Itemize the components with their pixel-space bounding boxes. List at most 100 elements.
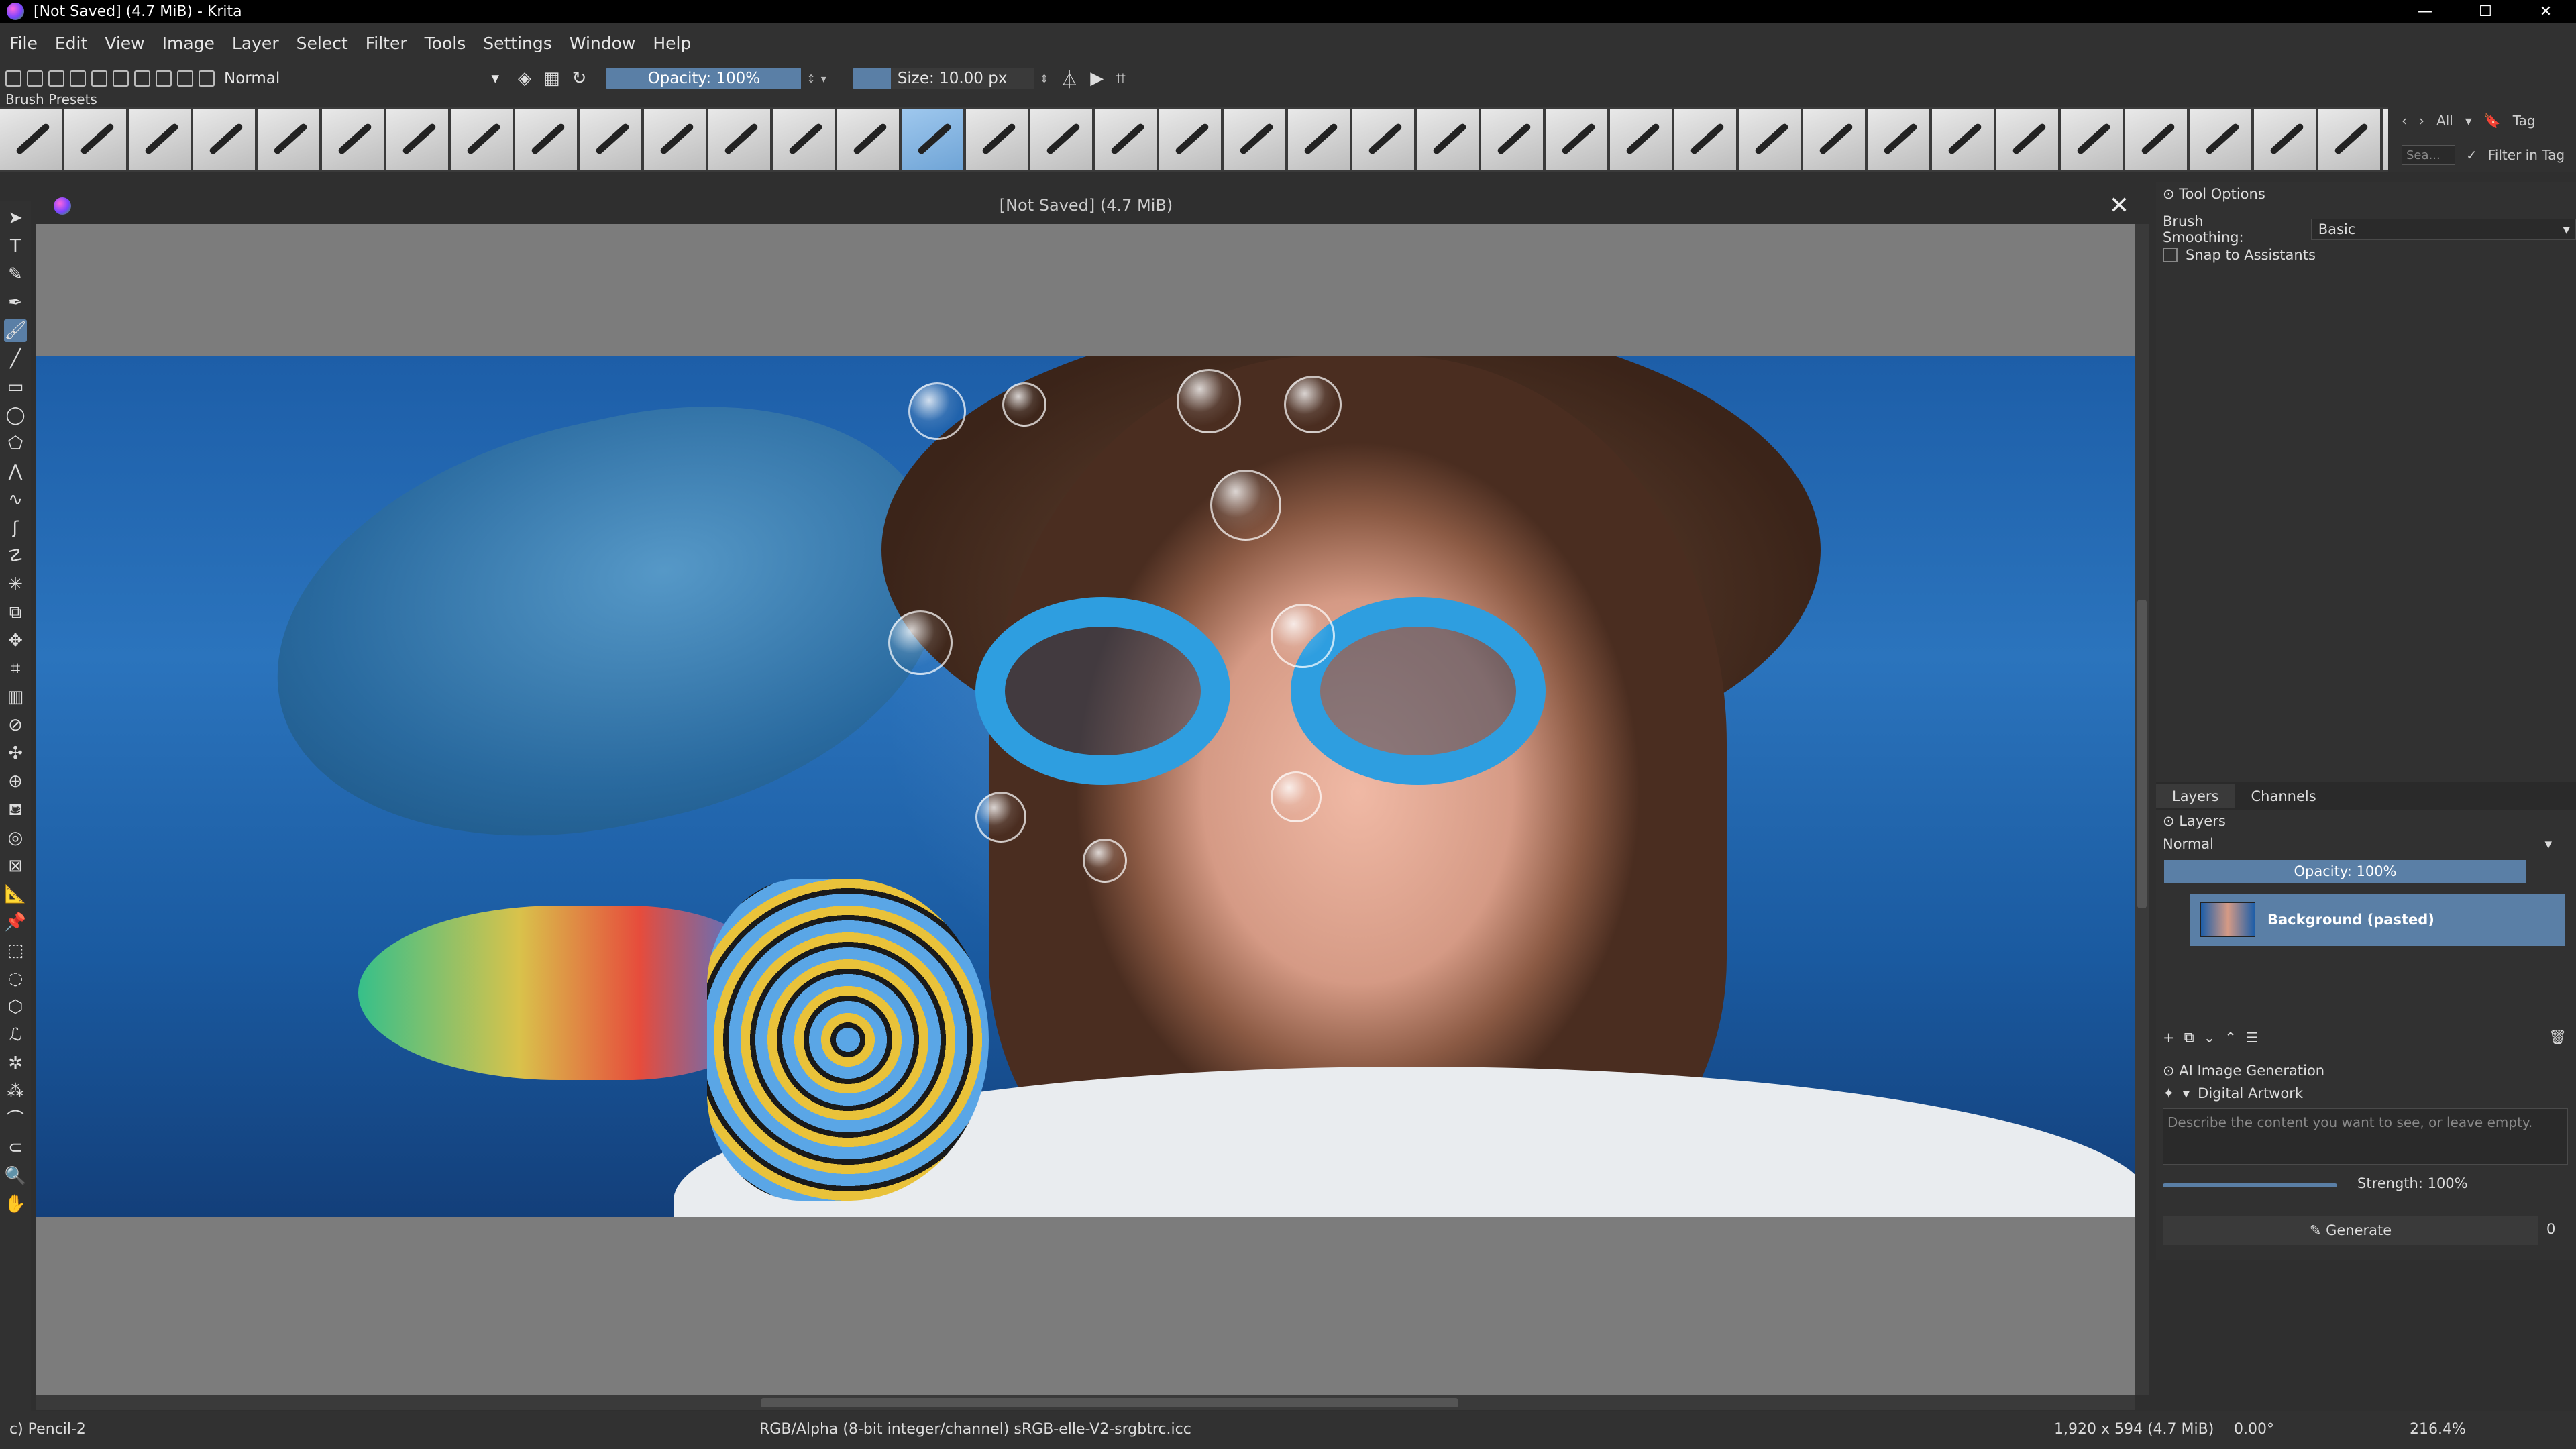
- brush-preset-item[interactable]: [1546, 109, 1607, 170]
- menu-layer[interactable]: Layer: [232, 34, 279, 53]
- brush-preset-item[interactable]: [1224, 109, 1285, 170]
- brush-smoothing-select[interactable]: Basic ▾: [2310, 219, 2576, 240]
- delete-layer-icon[interactable]: 🗑: [2548, 1029, 2567, 1046]
- duplicate-layer-icon[interactable]: ⧉: [2184, 1029, 2194, 1046]
- brush-editor-icon[interactable]: [70, 70, 86, 87]
- chevron-down-icon[interactable]: ▾: [821, 72, 826, 85]
- close-window-button[interactable]: ✕: [2516, 0, 2576, 23]
- canvas[interactable]: [36, 224, 2135, 1395]
- maximize-button[interactable]: ☐: [2455, 0, 2516, 23]
- menu-settings[interactable]: Settings: [483, 34, 552, 53]
- gradient-tool-icon[interactable]: ▥: [4, 686, 27, 708]
- mirror-vertical-icon[interactable]: ▶: [1090, 68, 1104, 89]
- elliptical-selection-icon[interactable]: ◌: [4, 967, 27, 990]
- clear-icon[interactable]: [91, 70, 107, 87]
- new-document-icon[interactable]: [5, 70, 21, 87]
- brush-preset-item[interactable]: [1739, 109, 1801, 170]
- menu-filter[interactable]: Filter: [366, 34, 407, 53]
- preset-selector-icon[interactable]: [199, 70, 215, 87]
- brush-preset-item[interactable]: [322, 109, 384, 170]
- menu-tools[interactable]: Tools: [425, 34, 466, 53]
- open-document-icon[interactable]: [27, 70, 43, 87]
- reference-images-icon[interactable]: 📌: [4, 911, 27, 934]
- color-swap-icon[interactable]: [156, 70, 172, 87]
- similar-selection-icon[interactable]: ⁂: [4, 1080, 27, 1103]
- chevron-down-icon[interactable]: ▾: [2183, 1085, 2190, 1102]
- rectangle-tool-icon[interactable]: ▭: [4, 376, 27, 398]
- tag-label[interactable]: Tag: [2513, 113, 2536, 129]
- polygon-tool-icon[interactable]: ⬠: [4, 432, 27, 455]
- brush-preset-item[interactable]: [193, 109, 255, 170]
- menu-image[interactable]: Image: [162, 34, 215, 53]
- brush-preset-item[interactable]: [1868, 109, 1929, 170]
- color-picker-icon[interactable]: ⊘: [4, 714, 27, 737]
- brush-preset-item[interactable]: [1803, 109, 1865, 170]
- brush-preset-item[interactable]: [1932, 109, 1994, 170]
- magnetic-selection-icon[interactable]: ⊂: [4, 1136, 27, 1159]
- horizontal-scrollbar[interactable]: [36, 1395, 2135, 1410]
- calligraphy-icon[interactable]: ✒: [4, 291, 27, 314]
- add-layer-icon[interactable]: +: [2163, 1030, 2175, 1046]
- transform-tool-icon[interactable]: ⧉: [4, 601, 27, 624]
- brush-preset-item[interactable]: [1610, 109, 1672, 170]
- snap-to-assistants-checkbox[interactable]: [2163, 248, 2178, 262]
- reload-preset-icon[interactable]: ↻: [572, 68, 587, 89]
- enclose-fill-icon[interactable]: ◎: [4, 826, 27, 849]
- style-select[interactable]: Digital Artwork: [2198, 1085, 2303, 1102]
- brush-preset-item[interactable]: [708, 109, 770, 170]
- menu-file[interactable]: File: [9, 34, 38, 53]
- bezier-tool-icon[interactable]: ∿: [4, 488, 27, 511]
- brush-preset-item[interactable]: [1996, 109, 2058, 170]
- gradient-icon[interactable]: [113, 70, 129, 87]
- tab-channels[interactable]: Channels: [2235, 784, 2332, 808]
- chevron-down-icon[interactable]: ▾: [2544, 836, 2552, 852]
- blend-mode-select[interactable]: Normal ▾: [224, 67, 506, 90]
- minimize-button[interactable]: —: [2395, 0, 2455, 23]
- colorize-mask-icon[interactable]: ✣: [4, 742, 27, 765]
- zoom-tool-icon[interactable]: 🔍: [4, 1165, 27, 1187]
- wrap-around-icon[interactable]: ⌗: [1116, 68, 1126, 89]
- preserve-alpha-icon[interactable]: ▦: [543, 68, 560, 89]
- polygonal-selection-icon[interactable]: ⬡: [4, 996, 27, 1018]
- preset-search-input[interactable]: Sea...: [2402, 145, 2455, 165]
- freehand-brush-icon[interactable]: 🖌: [4, 319, 27, 342]
- bezier-selection-icon[interactable]: ⌒: [4, 1108, 27, 1131]
- check-icon[interactable]: ✓: [2466, 147, 2477, 163]
- chevron-right-icon[interactable]: ›: [2419, 113, 2424, 129]
- brush-preset-item[interactable]: [64, 109, 126, 170]
- strength-slider[interactable]: [2163, 1183, 2337, 1187]
- mirror-horizontal-icon[interactable]: ⏃: [1061, 66, 1078, 91]
- eraser-mode-icon[interactable]: ◈: [518, 68, 531, 89]
- edit-shapes-icon[interactable]: ✎: [4, 263, 27, 286]
- brush-preset-item[interactable]: [1674, 109, 1736, 170]
- scrollbar-thumb[interactable]: [761, 1398, 1458, 1407]
- filter-in-tag-label[interactable]: Filter in Tag: [2488, 147, 2565, 163]
- smart-patch-icon[interactable]: ⊕: [4, 770, 27, 793]
- multibrush-icon[interactable]: ✳: [4, 573, 27, 596]
- brush-preset-item[interactable]: [258, 109, 319, 170]
- freehand-selection-icon[interactable]: ℒ: [4, 1024, 27, 1046]
- size-spin-icon[interactable]: ⇕: [1040, 72, 1049, 85]
- select-shapes-icon[interactable]: ➤: [4, 207, 27, 229]
- menu-window[interactable]: Window: [570, 34, 636, 53]
- brush-preset-item[interactable]: [2061, 109, 2123, 170]
- pan-tool-icon[interactable]: ✋: [4, 1193, 27, 1216]
- menu-help[interactable]: Help: [653, 34, 691, 53]
- brush-preset-item[interactable]: [451, 109, 513, 170]
- layer-properties-icon[interactable]: ☰: [2246, 1030, 2259, 1046]
- brush-preset-item[interactable]: [2125, 109, 2187, 170]
- brush-preset-item[interactable]: [966, 109, 1028, 170]
- brush-preset-item[interactable]: [644, 109, 706, 170]
- vertical-scrollbar[interactable]: [2135, 224, 2149, 1395]
- bookmark-icon[interactable]: 🔖: [2484, 113, 2501, 129]
- menu-edit[interactable]: Edit: [55, 34, 87, 53]
- chevron-left-icon[interactable]: ‹: [2402, 113, 2407, 129]
- docker-toggle-icon[interactable]: ⊙: [2163, 186, 2179, 202]
- menu-select[interactable]: Select: [297, 34, 348, 53]
- brush-preset-item[interactable]: [1481, 109, 1543, 170]
- tab-layers[interactable]: Layers: [2156, 784, 2235, 808]
- brush-preset-item[interactable]: [1352, 109, 1414, 170]
- move-tool-icon[interactable]: ✥: [4, 629, 27, 652]
- crop-tool-icon[interactable]: ⌗: [4, 657, 27, 680]
- brush-preset-item[interactable]: [837, 109, 899, 170]
